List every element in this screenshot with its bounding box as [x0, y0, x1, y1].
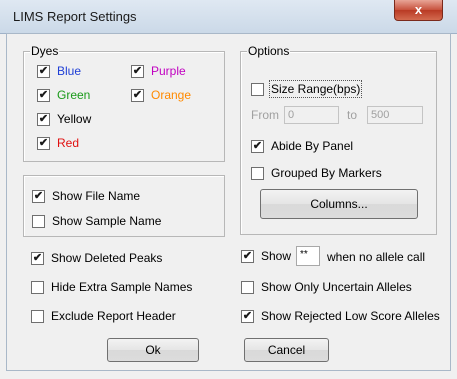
close-icon: x: [414, 2, 423, 17]
grouped-by-markers-checkbox[interactable]: Grouped By Markers: [251, 166, 382, 180]
columns-button[interactable]: Columns...: [260, 189, 418, 219]
size-range-checkbox[interactable]: Size Range(bps): [251, 80, 363, 98]
dye-blue-label: Blue: [57, 64, 82, 78]
dye-yellow-label: Yellow: [57, 112, 92, 126]
checkbox-box[interactable]: ✔: [241, 309, 254, 323]
name-display-group: ✔ Show File Name Show Sample Name: [23, 175, 225, 237]
dye-purple-checkbox[interactable]: ✔ Purple: [131, 64, 186, 78]
checkbox-box[interactable]: ✔: [31, 251, 44, 265]
cancel-button[interactable]: Cancel: [244, 338, 329, 362]
checkbox-box[interactable]: ✔: [131, 64, 144, 78]
checkbox-box[interactable]: [251, 166, 264, 180]
size-range-label: Size Range(bps): [268, 80, 363, 98]
checkbox-box[interactable]: [31, 280, 44, 294]
dye-blue-checkbox[interactable]: ✔ Blue: [37, 64, 81, 78]
dye-yellow-checkbox[interactable]: ✔ Yellow: [37, 112, 91, 126]
dye-orange-checkbox[interactable]: ✔ Orange: [131, 88, 191, 102]
window-title: LIMS Report Settings: [13, 9, 137, 24]
dye-green-label: Green: [57, 88, 91, 102]
dyes-group: Dyes ✔ Blue ✔ Purple ✔ Green ✔ Orange ✔ …: [23, 44, 225, 162]
ok-button[interactable]: Ok: [107, 338, 199, 362]
show-sample-name-checkbox[interactable]: Show Sample Name: [32, 214, 161, 228]
checkbox-box[interactable]: ✔: [131, 88, 144, 102]
show-prefix-label: Show: [261, 249, 292, 263]
checkbox-box[interactable]: ✔: [37, 136, 50, 150]
hide-extra-sample-names-checkbox[interactable]: Hide Extra Sample Names: [31, 280, 192, 294]
from-label: From: [251, 108, 279, 122]
show-deleted-peaks-checkbox[interactable]: ✔ Show Deleted Peaks: [31, 251, 162, 265]
exclude-report-header-checkbox[interactable]: Exclude Report Header: [31, 309, 176, 323]
hide-extra-sample-names-label: Hide Extra Sample Names: [51, 280, 193, 294]
checkbox-box[interactable]: ✔: [37, 88, 50, 102]
show-rejected-low-score-checkbox[interactable]: ✔ Show Rejected Low Score Alleles: [241, 309, 440, 323]
show-deleted-peaks-label: Show Deleted Peaks: [51, 251, 163, 265]
dye-green-checkbox[interactable]: ✔ Green: [37, 88, 90, 102]
show-only-uncertain-alleles-checkbox[interactable]: Show Only Uncertain Alleles: [241, 280, 412, 294]
checkbox-box[interactable]: ✔: [251, 139, 264, 153]
dye-red-checkbox[interactable]: ✔ Red: [37, 136, 79, 150]
dye-orange-label: Orange: [151, 88, 192, 102]
checkbox-box[interactable]: [241, 280, 254, 294]
show-file-name-label: Show File Name: [52, 189, 141, 203]
close-button[interactable]: x: [394, 0, 443, 21]
to-label: to: [347, 108, 358, 122]
checkbox-box[interactable]: ✔: [37, 64, 50, 78]
abide-by-panel-label: Abide By Panel: [271, 139, 354, 153]
show-sample-name-label: Show Sample Name: [52, 214, 162, 228]
options-group: Options Size Range(bps) From 0 to 500 ✔ …: [240, 44, 437, 235]
show-suffix-label: when no allele call: [327, 250, 426, 264]
to-input[interactable]: 500: [367, 106, 423, 124]
from-input[interactable]: 0: [284, 106, 339, 124]
checkbox-box[interactable]: [31, 309, 44, 323]
dye-purple-label: Purple: [151, 64, 186, 78]
dialog-body: Dyes ✔ Blue ✔ Purple ✔ Green ✔ Orange ✔ …: [6, 33, 451, 371]
show-rejected-low-score-label: Show Rejected Low Score Alleles: [261, 309, 440, 323]
checkbox-box[interactable]: ✔: [37, 112, 50, 126]
show-file-name-checkbox[interactable]: ✔ Show File Name: [32, 189, 140, 203]
abide-by-panel-checkbox[interactable]: ✔ Abide By Panel: [251, 139, 353, 153]
checkbox-box[interactable]: [251, 82, 264, 96]
options-legend: Options: [247, 44, 291, 58]
checkbox-box[interactable]: [32, 214, 45, 228]
dye-red-label: Red: [57, 136, 80, 150]
show-only-uncertain-alleles-label: Show Only Uncertain Alleles: [261, 280, 412, 294]
exclude-report-header-label: Exclude Report Header: [51, 309, 176, 323]
dyes-legend: Dyes: [30, 44, 60, 58]
grouped-by-markers-label: Grouped By Markers: [271, 166, 382, 180]
title-bar: LIMS Report Settings x: [0, 0, 457, 34]
checkbox-box[interactable]: ✔: [241, 249, 254, 263]
no-allele-placeholder-input[interactable]: **: [296, 246, 320, 266]
show-no-allele-call-checkbox[interactable]: ✔ Show: [241, 249, 291, 263]
checkbox-box[interactable]: ✔: [32, 189, 45, 203]
